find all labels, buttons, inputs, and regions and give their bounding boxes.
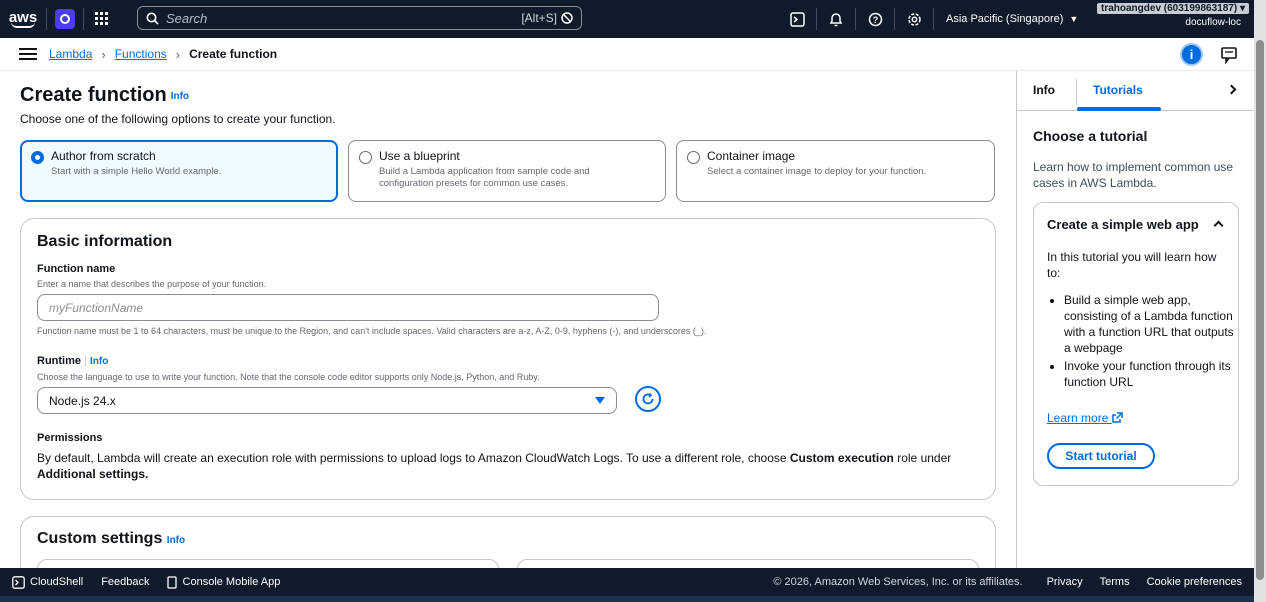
feedback-link[interactable]: Feedback [101,576,149,588]
caret-down-icon [595,397,605,404]
tutorials-intro: Learn how to implement common use cases … [1033,160,1234,190]
tutorial-title[interactable]: Create a simple web app [1047,217,1199,232]
runtime-label: Runtime | Info [37,355,109,367]
help-icon[interactable]: ? [856,0,894,38]
tutorial-lead: In this tutorial you will learn how to: [1047,250,1217,280]
runtime-description: Choose the language to use to write your… [37,372,540,382]
svg-text:?: ? [872,15,878,25]
copyright-text: © 2026, Amazon Web Services, Inc. or its… [773,576,1023,588]
desktop-strip [0,596,1254,602]
option-container-image[interactable]: Container image Select a container image… [676,140,995,202]
breadcrumb-lambda[interactable]: Lambda [49,47,92,61]
function-name-input[interactable]: myFunctionName [37,294,659,321]
chevron-up-icon[interactable] [1213,220,1224,231]
menu-icon[interactable] [19,45,37,63]
region-selector[interactable]: Asia Pacific (Singapore) ▼ [934,13,1090,25]
privacy-link[interactable]: Privacy [1047,576,1083,588]
option-description: Select a container image to deploy for y… [707,166,927,177]
option-label: Use a blueprint [379,149,460,163]
refresh-icon[interactable] [635,386,661,412]
permissions-label: Permissions [37,432,103,444]
function-name-placeholder: myFunctionName [49,300,144,315]
search-icon [146,12,159,25]
cloudshell-icon[interactable] [778,0,816,38]
cloudshell-label: CloudShell [30,576,84,588]
custom-settings-card[interactable] [37,559,499,568]
tools-tabs: Info Tutorials [1017,71,1254,111]
tools-panel: Info Tutorials Choose a tutorial Learn h… [1016,71,1254,568]
breadcrumb: Lambda › Functions › Create function [49,47,277,62]
mobile-icon [166,575,177,589]
radio-container-image[interactable] [687,151,700,164]
custom-settings-panel: Custom settings Info [20,516,996,568]
account-name: docuflow-loc [1185,17,1241,28]
cloudshell-button[interactable]: CloudShell [12,575,84,589]
clear-icon [561,12,573,24]
tutorials-heading: Choose a tutorial [1033,128,1148,144]
function-name-constraint: Function name must be 1 to 64 characters… [37,326,707,336]
account-id: trahoangdev (603199863187) ▾ [1097,3,1249,14]
permissions-text: By default, Lambda will create an execut… [37,451,952,481]
option-author-from-scratch[interactable]: Author from scratch Start with a simple … [20,140,338,202]
list-item: Build a simple web app, consisting of a … [1064,292,1236,356]
custom-settings-info-link[interactable]: Info [167,535,185,546]
breadcrumb-bar: Lambda › Functions › Create function i [0,38,1254,71]
custom-settings-heading: Custom settings Info [37,530,186,547]
option-label: Author from scratch [51,149,156,163]
region-label: Asia Pacific (Singapore) [946,13,1064,25]
caret-down-icon: ▼ [1069,14,1079,24]
option-label: Container image [707,149,796,163]
option-use-a-blueprint[interactable]: Use a blueprint Build a Lambda applicati… [348,140,666,202]
cloudshell-icon [12,575,25,589]
grid-icon[interactable] [84,0,120,38]
terms-link[interactable]: Terms [1100,576,1130,588]
runtime-info-link[interactable]: Info [90,356,108,367]
gear-icon[interactable] [895,0,933,38]
bell-icon[interactable] [817,0,855,38]
account-menu[interactable]: trahoangdev (603199863187) ▾ docuflow-lo… [1083,0,1249,38]
basic-information-heading: Basic information [37,233,173,250]
scrollbar-thumb[interactable] [1256,40,1264,580]
option-description: Build a Lambda application from sample c… [379,166,590,189]
external-link-icon [1111,412,1123,423]
mobile-app-link[interactable]: Console Mobile App [166,575,280,589]
tutorial-steps: Build a simple web app, consisting of a … [1064,292,1236,392]
tutorial-card: Create a simple web app In this tutorial… [1033,202,1239,486]
runtime-value: Node.js 24.x [49,393,116,408]
radio-use-a-blueprint[interactable] [359,151,372,164]
info-icon[interactable]: i [1180,43,1203,66]
aws-logo[interactable]: aws [0,0,46,38]
service-icon[interactable] [47,0,83,38]
custom-settings-card[interactable] [517,559,979,568]
list-item: Invoke your function through its functio… [1064,358,1236,390]
breadcrumb-current: Create function [189,47,278,61]
runtime-select[interactable]: Node.js 24.x [37,387,617,414]
chat-icon[interactable] [1220,46,1238,64]
search-input[interactable]: Search [Alt+S] [137,6,582,30]
main-content: Create function Info Choose one of the fo… [0,71,1016,568]
option-description: Start with a simple Hello World example. [51,166,222,177]
chevron-right-icon[interactable] [1226,84,1237,95]
basic-information-panel: Basic information Function name Enter a … [20,218,996,500]
radio-author-from-scratch[interactable] [31,151,44,164]
breadcrumb-functions[interactable]: Functions [115,47,167,61]
tab-info[interactable]: Info [1033,83,1055,97]
start-tutorial-button[interactable]: Start tutorial [1047,443,1155,469]
tab-tutorials[interactable]: Tutorials [1093,83,1143,97]
function-name-description: Enter a name that describes the purpose … [37,279,267,289]
chevron-right-icon: › [101,46,106,62]
page-title: Create function Info [20,84,190,106]
learn-more-link[interactable]: Learn more [1047,411,1123,425]
page-description: Choose one of the following options to c… [20,112,336,126]
scrollbar[interactable] [1254,0,1266,602]
top-navigation: aws Search [Alt+S] ? Asia Pacific (Singa [0,0,1266,38]
title-info-link[interactable]: Info [171,91,189,102]
chevron-right-icon: › [175,46,181,62]
function-name-label: Function name [37,263,116,275]
search-shortcut: [Alt+S] [521,11,557,25]
search-placeholder: Search [166,10,208,26]
cookie-preferences-link[interactable]: Cookie preferences [1147,576,1242,588]
footer: CloudShell Feedback Console Mobile App ©… [0,568,1254,596]
